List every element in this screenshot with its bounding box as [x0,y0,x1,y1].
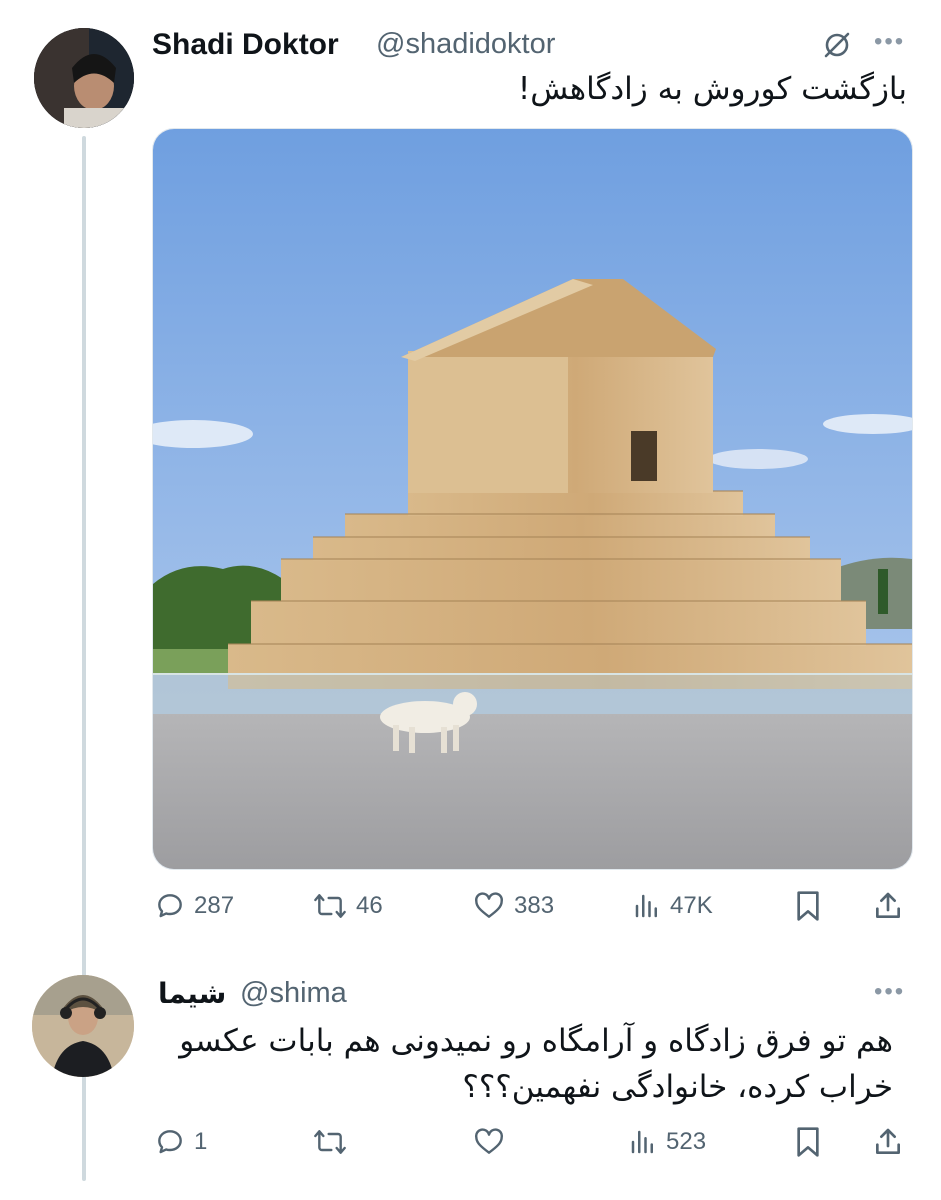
reply-bookmark-button[interactable] [794,1126,822,1158]
reply-count: 287 [194,892,235,919]
reply-reply-button[interactable]: 1 [154,1126,207,1158]
analytics-icon [631,1130,653,1154]
views-count: 47K [670,892,713,919]
reply-like-button[interactable] [472,1126,514,1158]
grok-icon[interactable] [822,30,852,65]
repost-icon [314,1130,346,1154]
reply-text-line1: هم تو فرق زادگاه و آرامگاه رو نمیدونی هم… [179,1023,893,1059]
author-avatar[interactable] [34,28,134,128]
reply-share-button[interactable] [872,1126,904,1158]
reply-text-line2: خراب کرده، خانوادگی نفهمین؟؟؟ [462,1069,893,1105]
share-button[interactable] [872,890,904,922]
heart-icon [475,1128,503,1154]
reply-author-name[interactable]: شیما [158,977,226,1010]
reply-views-count: 523 [666,1128,707,1155]
author-name[interactable]: Shadi Doktor [152,28,339,62]
like-count: 383 [514,892,555,919]
tweet-media-image[interactable] [152,128,913,870]
bookmark-icon [797,891,819,921]
bookmark-icon [797,1127,819,1157]
reply-button[interactable]: 287 [154,890,234,922]
more-options-icon[interactable]: ••• [874,28,905,56]
reply-icon [158,1130,182,1154]
like-button[interactable]: 383 [472,890,554,922]
reply-views-button[interactable]: 523 [628,1126,706,1158]
repost-button[interactable]: 46 [312,890,383,922]
reply-repost-button[interactable] [312,1126,356,1158]
tweet-text: بازگشت کوروش به زادگاهش! [517,71,907,107]
reply-more-options-icon[interactable]: ••• [874,978,905,1006]
share-icon [876,892,900,918]
reply-author-handle[interactable]: @shima [240,977,347,1010]
reply-reply-count: 1 [194,1128,208,1155]
share-icon [876,1128,900,1154]
author-handle[interactable]: @shadidoktor [376,28,555,61]
reply-author-avatar[interactable] [32,975,134,1077]
reply-icon [158,894,182,918]
bookmark-button[interactable] [794,890,822,922]
heart-icon [475,892,503,918]
repost-count: 46 [356,892,383,919]
repost-icon [314,894,346,918]
analytics-icon [635,894,657,918]
views-button[interactable]: 47K [632,890,713,922]
